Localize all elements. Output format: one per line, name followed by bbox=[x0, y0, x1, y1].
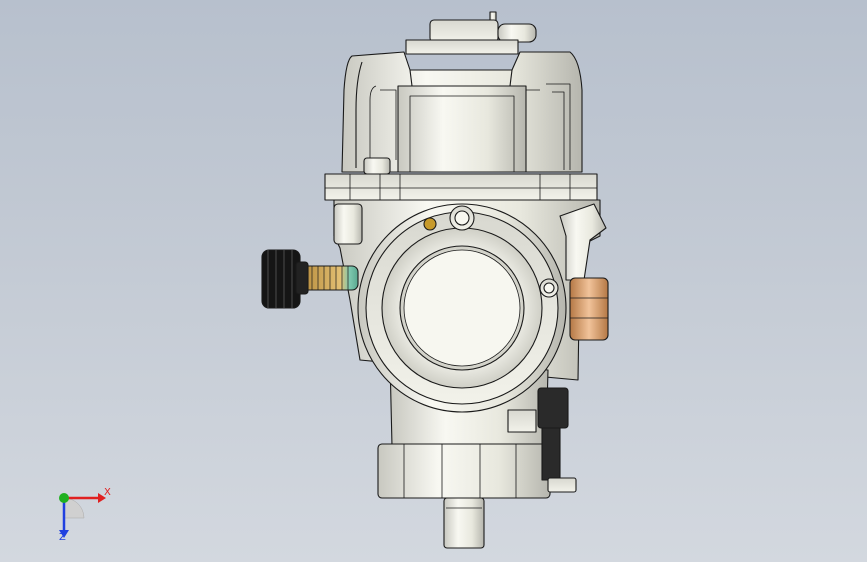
carburetor-model[interactable] bbox=[0, 0, 867, 562]
carburetor-assembly bbox=[261, 11, 609, 549]
z-axis-label: Z bbox=[59, 532, 66, 543]
axis-triad-graphic bbox=[59, 493, 106, 538]
intake-bore bbox=[357, 203, 567, 413]
top-vent-cap bbox=[405, 11, 537, 55]
x-axis-label: X bbox=[104, 487, 111, 498]
axis-triad: X Z bbox=[44, 480, 124, 550]
cad-viewport[interactable]: X Z bbox=[0, 0, 867, 562]
upper-housing bbox=[341, 51, 583, 175]
flange-plate bbox=[324, 173, 598, 201]
